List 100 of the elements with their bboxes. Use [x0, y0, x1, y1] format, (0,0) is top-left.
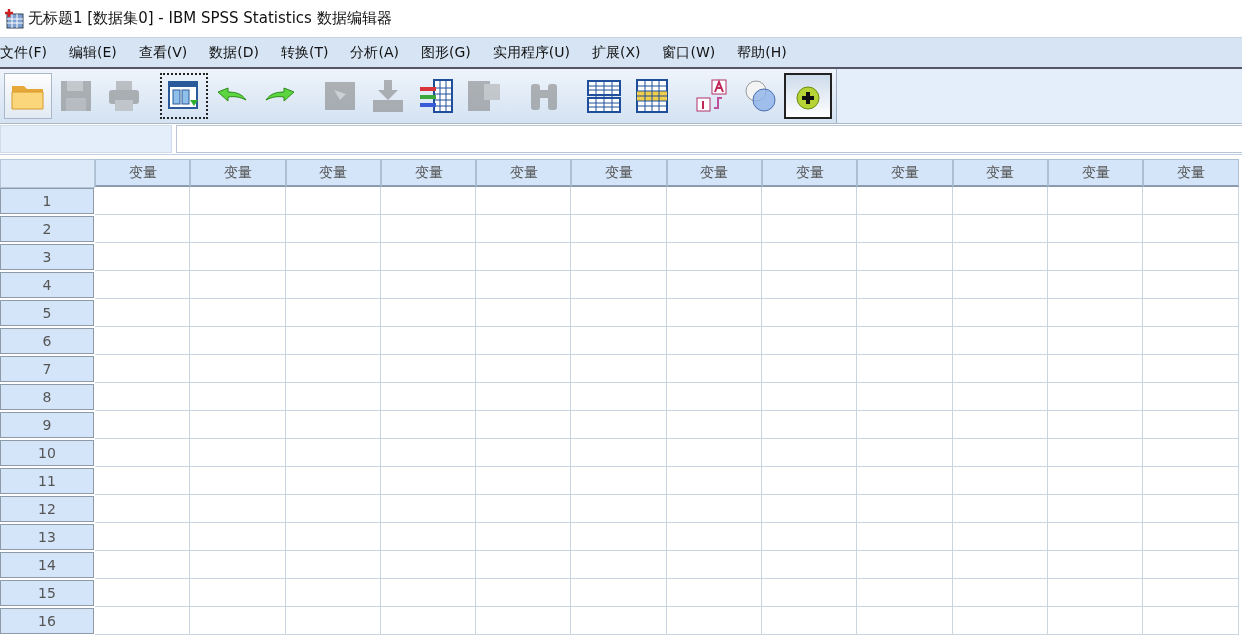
row-header[interactable]: 3: [0, 244, 94, 270]
table-cell[interactable]: [476, 187, 572, 215]
table-cell[interactable]: [190, 299, 286, 327]
table-cell[interactable]: [476, 495, 572, 523]
table-cell[interactable]: [285, 243, 381, 271]
row-header[interactable]: 12: [0, 496, 94, 522]
table-cell[interactable]: [666, 355, 763, 383]
table-cell[interactable]: [952, 327, 1048, 355]
table-cell[interactable]: [95, 495, 191, 523]
table-cell[interactable]: [380, 271, 477, 299]
table-cell[interactable]: [285, 187, 381, 215]
table-cell[interactable]: [571, 243, 667, 271]
table-cell[interactable]: [380, 215, 477, 243]
table-cell[interactable]: [95, 383, 191, 411]
table-cell[interactable]: [857, 495, 953, 523]
column-header[interactable]: 变量: [95, 159, 191, 187]
table-cell[interactable]: [666, 551, 763, 579]
table-cell[interactable]: [190, 271, 286, 299]
table-cell[interactable]: [666, 411, 763, 439]
table-cell[interactable]: [762, 579, 858, 607]
table-cell[interactable]: [952, 439, 1048, 467]
column-header[interactable]: 变量: [476, 159, 572, 187]
table-cell[interactable]: [380, 551, 477, 579]
table-cell[interactable]: [857, 579, 953, 607]
table-cell[interactable]: [666, 215, 763, 243]
table-cell[interactable]: [285, 271, 381, 299]
menu-item[interactable]: 转换(T): [270, 43, 340, 62]
table-cell[interactable]: [762, 439, 858, 467]
table-cell[interactable]: [857, 607, 953, 635]
table-cell[interactable]: [285, 607, 381, 635]
table-cell[interactable]: [1143, 215, 1239, 243]
table-cell[interactable]: [1047, 243, 1144, 271]
table-cell[interactable]: [1047, 215, 1144, 243]
table-cell[interactable]: [190, 327, 286, 355]
table-cell[interactable]: [666, 383, 763, 411]
table-cell[interactable]: [571, 551, 667, 579]
table-cell[interactable]: [285, 495, 381, 523]
table-cell[interactable]: [95, 243, 191, 271]
menu-item[interactable]: 扩展(X): [580, 43, 652, 62]
table-cell[interactable]: [1143, 439, 1239, 467]
table-cell[interactable]: [476, 607, 572, 635]
table-cell[interactable]: [1047, 439, 1144, 467]
table-cell[interactable]: [476, 383, 572, 411]
menu-item[interactable]: 帮助(H): [726, 43, 798, 62]
table-cell[interactable]: [285, 411, 381, 439]
table-cell[interactable]: [380, 355, 477, 383]
table-cell[interactable]: [1143, 355, 1239, 383]
table-cell[interactable]: [952, 467, 1048, 495]
table-cell[interactable]: [1143, 187, 1239, 215]
table-cell[interactable]: [380, 327, 477, 355]
table-cell[interactable]: [666, 271, 763, 299]
table-cell[interactable]: [762, 299, 858, 327]
table-cell[interactable]: [1047, 579, 1144, 607]
table-cell[interactable]: [380, 187, 477, 215]
table-cell[interactable]: [571, 299, 667, 327]
table-cell[interactable]: [762, 327, 858, 355]
table-cell[interactable]: [285, 439, 381, 467]
table-cell[interactable]: [666, 523, 763, 551]
table-cell[interactable]: [1047, 383, 1144, 411]
toolbar-button[interactable]: [784, 73, 832, 119]
table-cell[interactable]: [952, 299, 1048, 327]
table-cell[interactable]: [476, 467, 572, 495]
table-cell[interactable]: [1143, 243, 1239, 271]
table-cell[interactable]: [476, 411, 572, 439]
table-cell[interactable]: [1143, 607, 1239, 635]
table-cell[interactable]: [571, 327, 667, 355]
menu-item[interactable]: 图形(G): [410, 43, 482, 62]
row-header[interactable]: 2: [0, 216, 94, 242]
table-cell[interactable]: [857, 523, 953, 551]
table-cell[interactable]: [666, 579, 763, 607]
menu-item[interactable]: 分析(A): [339, 43, 410, 62]
toolbar-button[interactable]: [160, 73, 208, 119]
row-header[interactable]: 1: [0, 188, 94, 214]
table-cell[interactable]: [857, 187, 953, 215]
row-header[interactable]: 7: [0, 356, 94, 382]
table-cell[interactable]: [857, 411, 953, 439]
table-cell[interactable]: [857, 439, 953, 467]
column-header[interactable]: 变量: [666, 159, 763, 187]
table-cell[interactable]: [857, 327, 953, 355]
table-cell[interactable]: [1143, 551, 1239, 579]
table-cell[interactable]: [857, 243, 953, 271]
table-cell[interactable]: [1143, 383, 1239, 411]
table-cell[interactable]: [571, 355, 667, 383]
table-cell[interactable]: [762, 383, 858, 411]
table-cell[interactable]: [1047, 607, 1144, 635]
menu-item[interactable]: 窗口(W): [651, 43, 727, 62]
table-cell[interactable]: [476, 439, 572, 467]
menu-item[interactable]: 实用程序(U): [481, 43, 581, 62]
table-cell[interactable]: [1047, 271, 1144, 299]
table-cell[interactable]: [95, 187, 191, 215]
table-cell[interactable]: [857, 215, 953, 243]
table-cell[interactable]: [476, 243, 572, 271]
table-cell[interactable]: [762, 551, 858, 579]
table-cell[interactable]: [380, 607, 477, 635]
table-cell[interactable]: [95, 439, 191, 467]
table-cell[interactable]: [476, 523, 572, 551]
column-header[interactable]: 变量: [285, 159, 381, 187]
table-cell[interactable]: [95, 607, 191, 635]
table-cell[interactable]: [190, 467, 286, 495]
table-cell[interactable]: [285, 355, 381, 383]
